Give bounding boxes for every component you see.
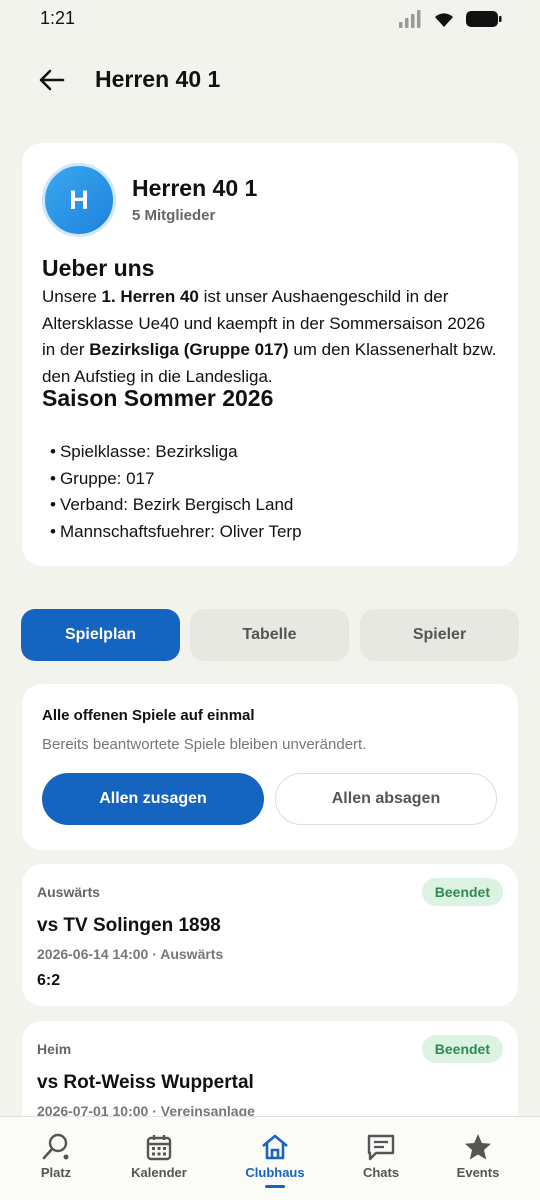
calendar-icon: [146, 1135, 172, 1161]
match-type: Auswärts: [37, 884, 101, 900]
season-info-list: Spielklasse: Bezirksliga Gruppe: 017 Ver…: [50, 439, 302, 545]
nav-label: Clubhaus: [245, 1165, 305, 1180]
back-button[interactable]: [32, 62, 72, 98]
match-opponent: vs TV Solingen 1898: [37, 915, 221, 936]
accept-all-button[interactable]: Allen zusagen: [42, 773, 264, 825]
match-meta: 2026-06-14 14:00 · Auswärts: [37, 946, 224, 962]
club-info-card: H Herren 40 1 5 Mitglieder Ueber uns Uns…: [22, 143, 518, 566]
home-icon: [262, 1134, 288, 1160]
court-icon: [42, 1133, 69, 1160]
nav-item-platz[interactable]: Platz: [2, 1117, 110, 1200]
status-badge: Beendet: [421, 878, 503, 906]
chat-icon: [367, 1134, 395, 1161]
tab-tabelle[interactable]: Tabelle: [190, 609, 349, 661]
about-text: Unsere 1. Herren 40 ist unser Aushaenges…: [42, 287, 497, 386]
match-card[interactable]: Auswärts Beendet vs TV Solingen 1898 202…: [22, 864, 518, 1006]
club-name: Herren 40 1: [132, 175, 258, 201]
decline-all-button[interactable]: Allen absagen: [275, 773, 497, 825]
bulk-title: Alle offenen Spiele auf einmal: [42, 707, 255, 724]
member-count: 5 Mitglieder: [132, 207, 216, 224]
avatar: H: [42, 163, 116, 237]
nav-label: Kalender: [131, 1165, 187, 1180]
status-icons: [398, 10, 502, 28]
nav-item-events[interactable]: Events: [424, 1117, 532, 1200]
about-heading: Ueber uns: [42, 255, 155, 281]
star-icon: [465, 1134, 491, 1160]
list-item: Spielklasse: Bezirksliga: [50, 439, 302, 466]
bulk-response-card: Alle offenen Spiele auf einmal Bereits b…: [22, 684, 518, 850]
nav-label: Platz: [40, 1165, 72, 1180]
status-badge: Beendet: [421, 1035, 503, 1063]
nav-item-chats[interactable]: Chats: [327, 1117, 435, 1200]
list-item: Gruppe: 017: [50, 466, 302, 493]
signal-icon: [399, 10, 421, 28]
nav-item-kalender[interactable]: Kalender: [105, 1117, 213, 1200]
status-time: 1:21: [40, 8, 76, 28]
list-item: Mannschaftsfuehrer: Oliver Terp: [50, 519, 302, 546]
status-bar: 1:21: [0, 0, 540, 40]
match-opponent: vs Rot-Weiss Wuppertal: [37, 1072, 254, 1093]
nav-label: Chats: [362, 1165, 400, 1180]
nav-label: Events: [456, 1165, 500, 1180]
top-app-bar: Herren 40 1: [0, 52, 540, 108]
page-title: Herren 40 1: [95, 66, 221, 92]
list-item: Verband: Bezirk Bergisch Land: [50, 492, 302, 519]
tab-spielplan[interactable]: Spielplan: [21, 609, 180, 661]
season-heading: Saison Sommer 2026: [42, 385, 274, 411]
tab-spieler[interactable]: Spieler: [360, 609, 519, 661]
bulk-subtitle: Bereits beantwortete Spiele bleiben unve…: [42, 736, 367, 753]
nav-item-clubhaus[interactable]: Clubhaus: [221, 1117, 329, 1200]
match-score: 6:2: [37, 972, 61, 989]
arrow-back-icon: [39, 69, 65, 91]
active-indicator: [265, 1185, 285, 1188]
battery-icon: [466, 11, 502, 27]
bottom-navigation: Platz Kalender Clubhaus Chats Events: [0, 1116, 540, 1200]
match-type: Heim: [37, 1041, 72, 1057]
wifi-icon: [435, 13, 453, 27]
